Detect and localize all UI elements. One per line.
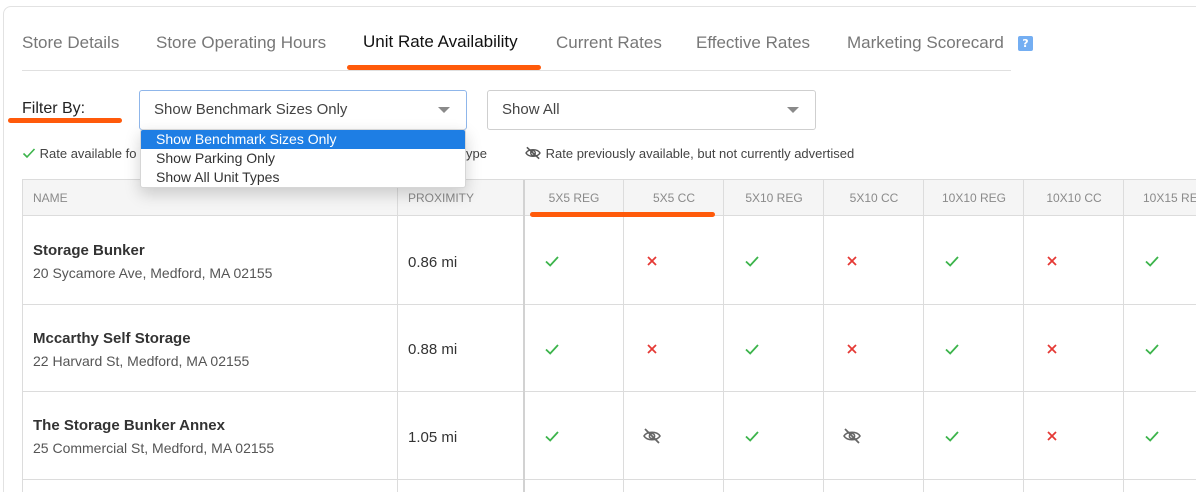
benchmark-size-select[interactable]: Show Benchmark Sizes Only bbox=[139, 90, 467, 130]
dropdown-option[interactable]: Show All Unit Types bbox=[141, 168, 465, 187]
check-icon bbox=[942, 251, 962, 271]
facility-name[interactable]: The Storage Bunker Annex bbox=[33, 417, 225, 434]
column-divider bbox=[1023, 180, 1024, 492]
table-row: Mccarthy Self Storage 22 Harvard St, Med… bbox=[23, 305, 1196, 392]
tab-effective-rates[interactable]: Effective Rates bbox=[696, 33, 810, 53]
filter-label: Filter By: bbox=[22, 100, 86, 117]
facility-address: 22 Harvard St, Medford, MA 02155 bbox=[33, 353, 250, 369]
tab-store-details[interactable]: Store Details bbox=[22, 33, 119, 53]
column-divider bbox=[523, 180, 525, 492]
legend-previously-available: Rate previously available, but not curre… bbox=[524, 146, 854, 161]
header-10x10-cc[interactable]: 10X10 CC bbox=[1024, 180, 1124, 216]
facility-proximity: 0.86 mi bbox=[408, 254, 458, 271]
table-row: Storage Bunker 20 Sycamore Ave, Medford,… bbox=[23, 216, 1196, 305]
dropdown-option[interactable]: Show Parking Only bbox=[141, 149, 465, 168]
cross-icon bbox=[1042, 339, 1062, 359]
cross-icon bbox=[842, 339, 862, 359]
check-icon bbox=[742, 339, 762, 359]
eye-off-icon bbox=[842, 426, 862, 446]
facility-address: 25 Commercial St, Medford, MA 02155 bbox=[33, 440, 275, 456]
check-icon bbox=[542, 339, 562, 359]
header-5x10-reg[interactable]: 5X10 REG bbox=[724, 180, 824, 216]
check-icon bbox=[542, 426, 562, 446]
column-divider bbox=[923, 180, 924, 492]
availability-table: NAME PROXIMITY 5X5 REG 5X5 CC 5X10 REG 5… bbox=[22, 179, 1196, 492]
show-all-select[interactable]: Show All bbox=[487, 90, 816, 130]
tab-marketing-scorecard[interactable]: Marketing Scorecard bbox=[847, 33, 1004, 53]
legend-available-text: Rate available fo bbox=[39, 146, 137, 161]
facility-proximity: 1.05 mi bbox=[408, 429, 458, 446]
header-5x5-reg[interactable]: 5X5 REG bbox=[524, 180, 624, 216]
eye-off-icon bbox=[525, 146, 541, 160]
cross-icon bbox=[642, 251, 662, 271]
header-10x10-reg[interactable]: 10X10 REG bbox=[924, 180, 1024, 216]
facility-address: 20 Sycamore Ave, Medford, MA 02155 bbox=[33, 265, 273, 281]
chevron-down-icon bbox=[787, 107, 799, 113]
check-icon bbox=[942, 339, 962, 359]
facility-name[interactable]: Storage Bunker bbox=[33, 242, 145, 259]
header-name[interactable]: NAME bbox=[33, 180, 68, 216]
tab-store-operating-hours[interactable]: Store Operating Hours bbox=[156, 33, 326, 53]
question-icon[interactable]: ? bbox=[1018, 36, 1033, 51]
legend-available-suffix: ype bbox=[466, 146, 487, 161]
cross-icon bbox=[842, 251, 862, 271]
check-icon bbox=[742, 251, 762, 271]
check-icon bbox=[1142, 339, 1162, 359]
check-icon bbox=[1142, 251, 1162, 271]
column-divider bbox=[1123, 180, 1124, 492]
legend-available: Rate available fo bbox=[22, 146, 136, 161]
check-icon bbox=[22, 148, 36, 159]
cross-icon bbox=[1042, 251, 1062, 271]
cross-icon bbox=[1042, 426, 1062, 446]
cross-icon bbox=[642, 339, 662, 359]
header-5x10-cc[interactable]: 5X10 CC bbox=[824, 180, 924, 216]
tab-unit-rate-availability[interactable]: Unit Rate Availability bbox=[363, 32, 518, 52]
facility-proximity: 0.88 mi bbox=[408, 341, 458, 358]
column-divider bbox=[723, 180, 724, 492]
table-row: The Storage Bunker Annex 25 Commercial S… bbox=[23, 392, 1196, 480]
show-all-select-value: Show All bbox=[502, 101, 560, 118]
benchmark-size-dropdown: Show Benchmark Sizes Only Show Parking O… bbox=[140, 129, 466, 188]
check-icon bbox=[1142, 426, 1162, 446]
header-10x15-reg[interactable]: 10X15 RE bbox=[1143, 180, 1196, 216]
column-divider bbox=[397, 180, 398, 492]
eye-off-icon bbox=[642, 426, 662, 446]
check-icon bbox=[542, 251, 562, 271]
column-divider bbox=[823, 180, 824, 492]
header-5x5-cc[interactable]: 5X5 CC bbox=[624, 180, 724, 216]
filter-label-highlight bbox=[8, 118, 122, 123]
check-icon bbox=[942, 426, 962, 446]
legend-previously-text: Rate previously available, but not curre… bbox=[545, 146, 855, 161]
column-divider bbox=[623, 180, 624, 492]
check-icon bbox=[742, 426, 762, 446]
benchmark-size-select-value: Show Benchmark Sizes Only bbox=[154, 101, 348, 118]
column-highlight bbox=[530, 212, 715, 217]
chevron-down-icon bbox=[438, 107, 450, 113]
active-tab-highlight bbox=[347, 65, 541, 70]
dropdown-option[interactable]: Show Benchmark Sizes Only bbox=[141, 130, 465, 149]
facility-name[interactable]: Mccarthy Self Storage bbox=[33, 330, 191, 347]
tab-current-rates[interactable]: Current Rates bbox=[556, 33, 662, 53]
